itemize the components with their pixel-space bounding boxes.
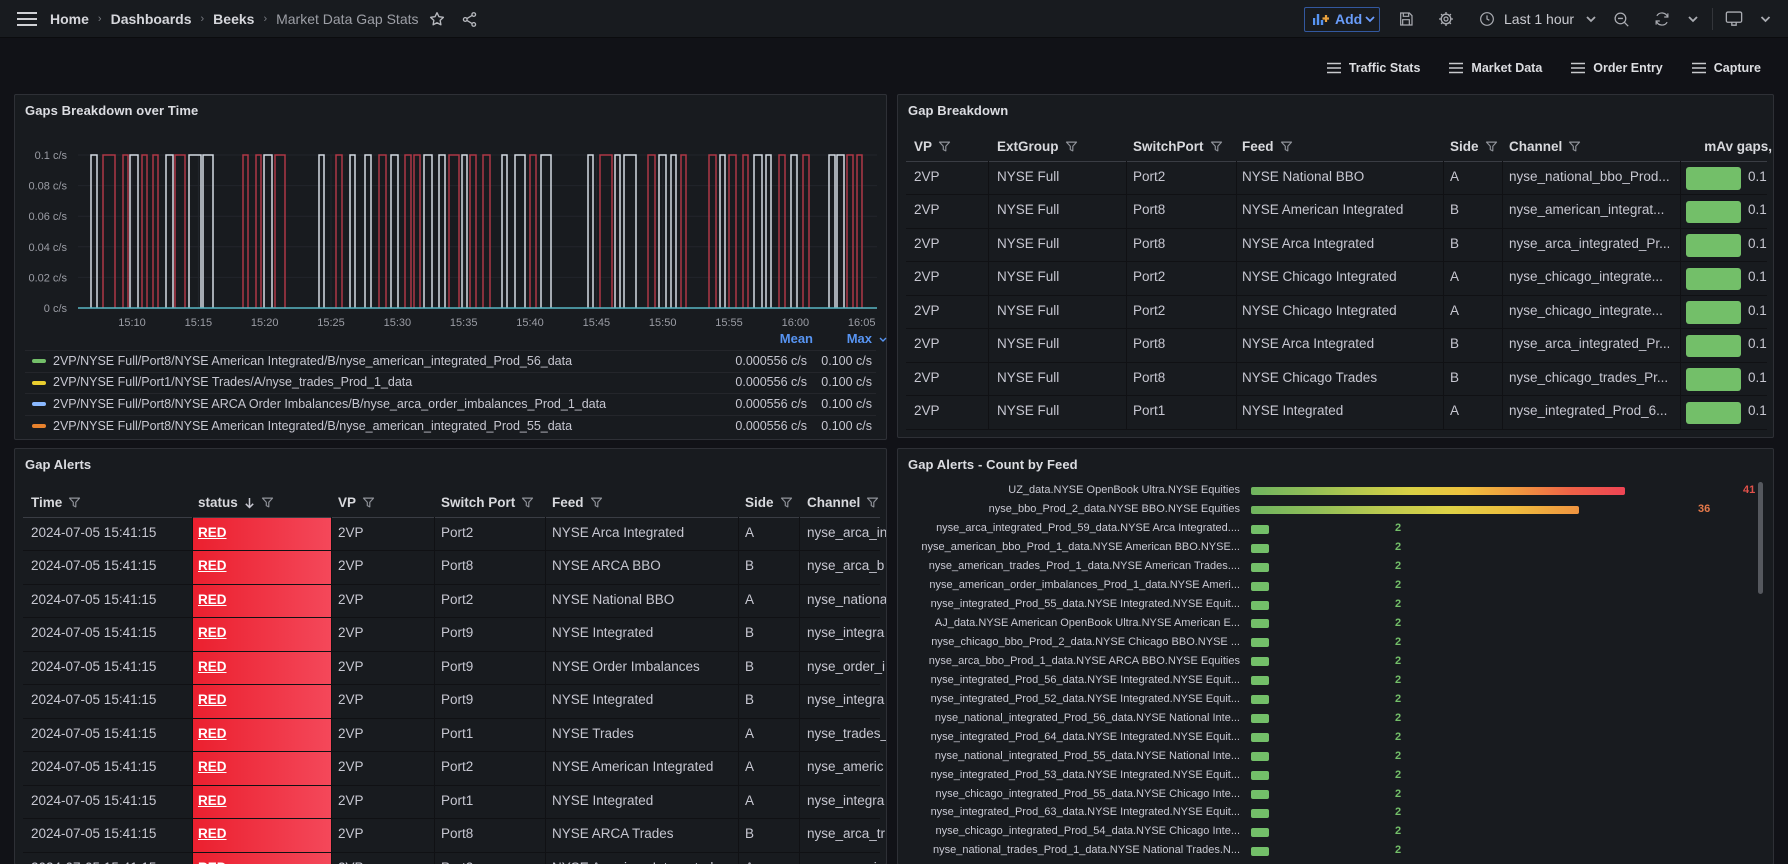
svg-text:15:15: 15:15 bbox=[185, 317, 213, 329]
svg-text:0.06 c/s: 0.06 c/s bbox=[28, 211, 67, 223]
svg-text:16:00: 16:00 bbox=[782, 317, 810, 329]
svg-text:0.1 c/s: 0.1 c/s bbox=[35, 150, 68, 162]
svg-text:15:10: 15:10 bbox=[118, 317, 146, 329]
svg-text:0.04 c/s: 0.04 c/s bbox=[28, 242, 67, 254]
svg-text:0 c/s: 0 c/s bbox=[44, 303, 68, 315]
svg-text:15:40: 15:40 bbox=[516, 317, 544, 329]
svg-text:0.02 c/s: 0.02 c/s bbox=[28, 272, 67, 284]
svg-text:15:55: 15:55 bbox=[715, 317, 743, 329]
svg-text:15:35: 15:35 bbox=[450, 317, 478, 329]
svg-text:15:20: 15:20 bbox=[251, 317, 279, 329]
svg-text:16:05: 16:05 bbox=[848, 317, 876, 329]
svg-text:15:30: 15:30 bbox=[384, 317, 412, 329]
svg-text:0.08 c/s: 0.08 c/s bbox=[28, 181, 67, 193]
svg-text:15:50: 15:50 bbox=[649, 317, 677, 329]
svg-text:15:45: 15:45 bbox=[583, 317, 611, 329]
svg-text:15:25: 15:25 bbox=[317, 317, 345, 329]
